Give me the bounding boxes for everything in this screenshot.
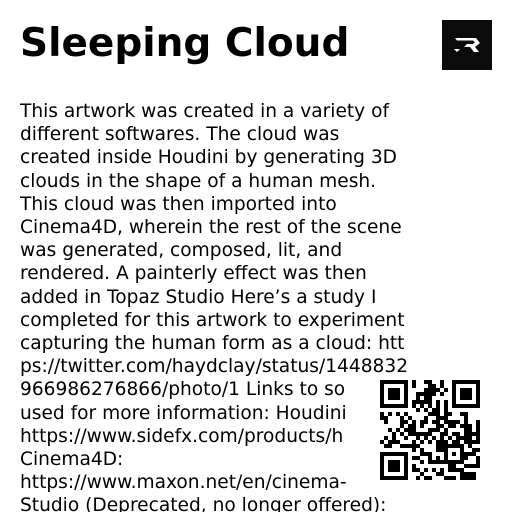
artwork-title: Sleeping Cloud xyxy=(20,21,350,66)
description-line: created inside Houdini by generating 3D xyxy=(20,147,397,169)
qr-code-icon[interactable] xyxy=(374,374,486,486)
description-line: capturing the human form as a cloud: htt xyxy=(20,333,405,355)
description-line: This artwork was created in a variety of xyxy=(20,101,390,122)
brand-logo-icon[interactable] xyxy=(442,20,492,70)
description-line: different softwares. The cloud was xyxy=(20,124,340,146)
description-line: Cinema4D, wherein the rest of the scene xyxy=(20,217,402,239)
brand-logo-mark xyxy=(454,38,480,52)
qr-code-pattern xyxy=(380,380,480,480)
description-line: clouds in the shape of a human mesh. xyxy=(20,170,377,192)
description-line: was generated, composed, lit, and xyxy=(20,240,343,262)
description-line: added in Topaz Studio Here’s a study I xyxy=(20,286,377,308)
description-line: completed for this artwork to experiment xyxy=(20,309,405,331)
description-line: rendered. A painterly effect was then xyxy=(20,263,367,285)
description-line: This cloud was then imported into xyxy=(20,193,337,215)
description-line: Studio (Deprecated, no longer offered): xyxy=(20,495,387,512)
